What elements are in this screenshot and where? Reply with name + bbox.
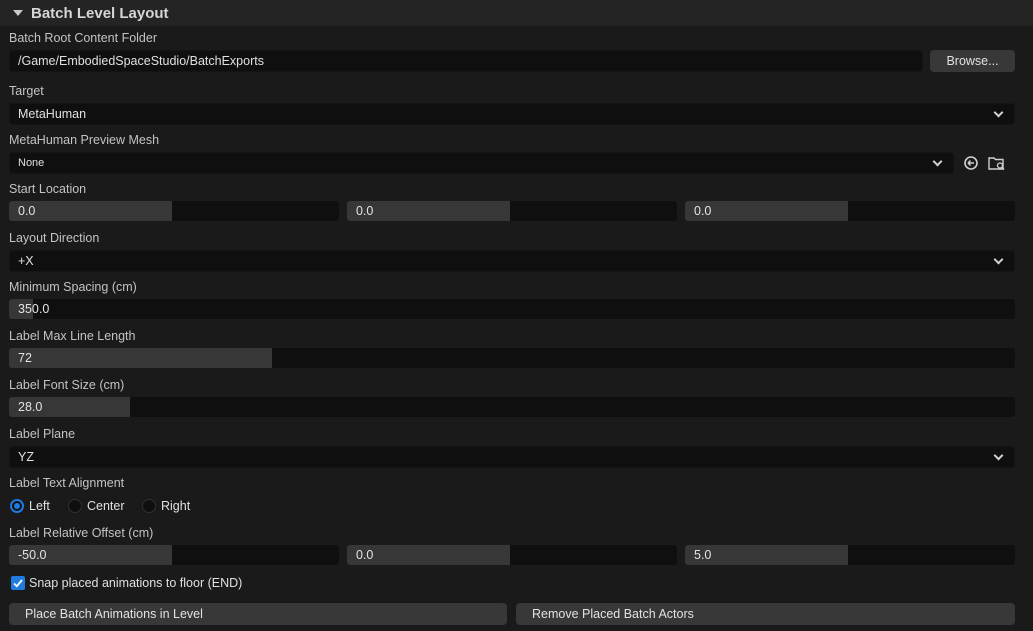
label-max-line-value: 72	[18, 351, 32, 365]
place-batch-button[interactable]: Place Batch Animations in Level	[9, 603, 507, 625]
label-offset-z-value: 5.0	[694, 548, 712, 562]
section-title: Batch Level Layout	[31, 4, 169, 22]
label-offset-x-input[interactable]: -50.0	[9, 545, 339, 565]
start-location-y-input[interactable]: 0.0	[347, 201, 677, 221]
snap-label[interactable]: Snap placed animations to floor (END)	[29, 576, 242, 590]
start-location-z-input[interactable]: 0.0	[685, 201, 1015, 221]
folder-search-icon[interactable]	[988, 154, 1006, 172]
browse-button[interactable]: Browse...	[930, 50, 1015, 72]
start-location-x-input[interactable]: 0.0	[9, 201, 339, 221]
label-plane-dropdown[interactable]: YZ	[9, 446, 1015, 468]
preview-mesh-value: None	[18, 157, 45, 169]
layout-direction-dropdown[interactable]: +X	[9, 250, 1015, 272]
label-max-line-label: Label Max Line Length	[9, 329, 136, 343]
batch-root-input[interactable]: /Game/EmbodiedSpaceStudio/BatchExports	[9, 50, 923, 72]
layout-direction-label: Layout Direction	[9, 231, 100, 245]
label-font-size-value: 28.0	[18, 400, 43, 414]
chevron-down-icon	[993, 254, 1004, 265]
radio-center-label[interactable]: Center	[87, 499, 125, 513]
min-spacing-input[interactable]: 350.0	[9, 299, 1015, 319]
label-plane-label: Label Plane	[9, 427, 76, 441]
batch-root-value: /Game/EmbodiedSpaceStudio/BatchExports	[18, 54, 264, 68]
label-offset-z-input[interactable]: 5.0	[685, 545, 1015, 565]
start-location-z-value: 0.0	[694, 204, 712, 218]
preview-mesh-label: MetaHuman Preview Mesh	[9, 133, 160, 147]
label-font-size-input[interactable]: 28.0	[9, 397, 1015, 417]
start-location-y-value: 0.0	[356, 204, 374, 218]
target-value: MetaHuman	[18, 107, 87, 121]
min-spacing-label: Minimum Spacing (cm)	[9, 280, 137, 294]
label-font-size-label: Label Font Size (cm)	[9, 378, 125, 392]
radio-center[interactable]	[68, 499, 82, 513]
label-max-line-input[interactable]: 72	[9, 348, 1015, 368]
chevron-down-icon	[993, 450, 1004, 461]
min-spacing-value: 350.0	[18, 302, 50, 316]
reset-arrow-icon[interactable]	[962, 154, 980, 172]
section-header[interactable]: Batch Level Layout	[0, 0, 1033, 26]
radio-left-label[interactable]: Left	[29, 499, 50, 513]
start-location-label: Start Location	[9, 182, 87, 196]
label-offset-label: Label Relative Offset (cm)	[9, 526, 154, 540]
radio-right[interactable]	[142, 499, 156, 513]
label-offset-y-value: 0.0	[356, 548, 374, 562]
checkmark-icon	[13, 579, 23, 588]
radio-left[interactable]	[10, 499, 24, 513]
preview-mesh-dropdown[interactable]: None	[9, 152, 954, 174]
snap-checkbox[interactable]	[11, 576, 25, 590]
chevron-down-icon	[993, 107, 1004, 118]
label-alignment-label: Label Text Alignment	[9, 476, 125, 490]
label-offset-y-input[interactable]: 0.0	[347, 545, 677, 565]
label-offset-x-value: -50.0	[18, 548, 47, 562]
chevron-down-icon	[932, 156, 943, 167]
target-dropdown[interactable]: MetaHuman	[9, 103, 1015, 125]
remove-batch-button[interactable]: Remove Placed Batch Actors	[516, 603, 1015, 625]
label-plane-value: YZ	[18, 450, 34, 464]
collapse-arrow-icon[interactable]	[13, 10, 23, 16]
start-location-x-value: 0.0	[18, 204, 36, 218]
layout-direction-value: +X	[18, 254, 34, 268]
batch-root-label: Batch Root Content Folder	[9, 31, 157, 45]
radio-right-label[interactable]: Right	[161, 499, 190, 513]
target-label: Target	[9, 84, 44, 98]
